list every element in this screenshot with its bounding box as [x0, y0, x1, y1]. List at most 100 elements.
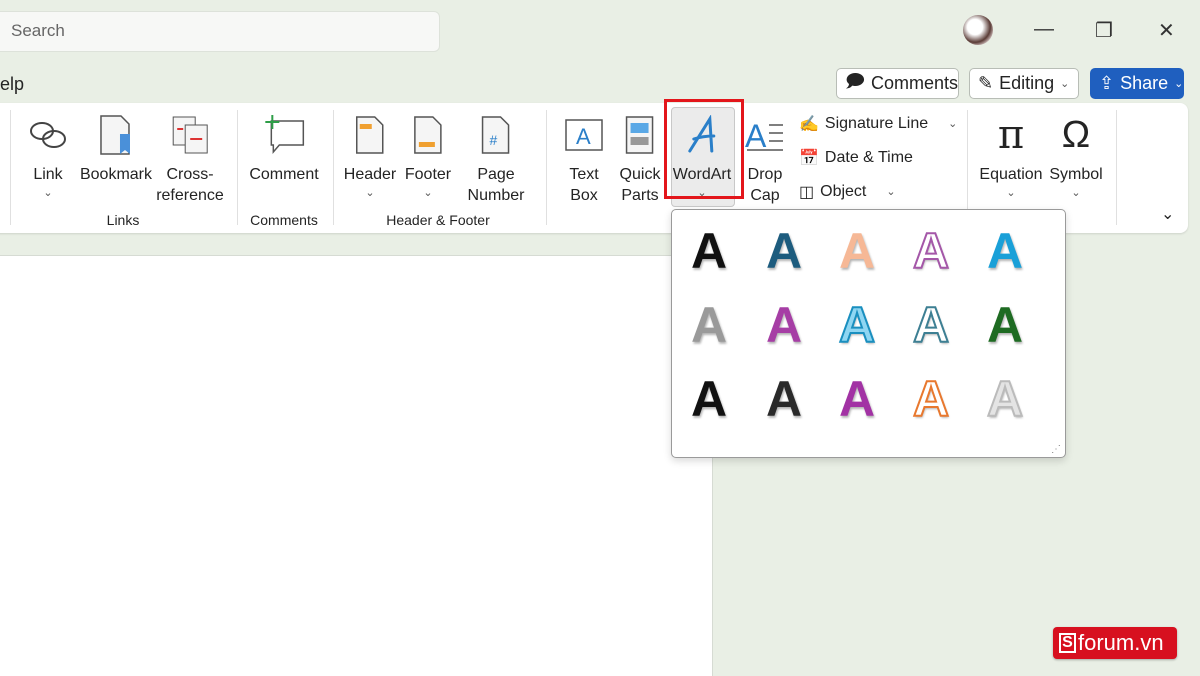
- signature-line-label: Signature Line: [824, 115, 929, 132]
- object-icon: ◫: [799, 184, 815, 201]
- chevron-down-icon: ⌄: [423, 187, 433, 199]
- new-comment-icon: [263, 110, 305, 160]
- page-number-label: Number: [467, 187, 525, 204]
- comment-label: Comment: [249, 166, 319, 183]
- collapse-ribbon-button[interactable]: ⌄: [1161, 204, 1174, 224]
- chevron-down-icon: ⌄: [1174, 77, 1184, 90]
- text-box-label: Box: [570, 187, 598, 204]
- svg-text:A: A: [576, 124, 591, 149]
- search-input[interactable]: Search: [0, 11, 440, 52]
- wordart-style-option[interactable]: A: [986, 373, 1024, 425]
- wordart-style-option[interactable]: A: [912, 225, 950, 277]
- chevron-down-icon: ⌄: [43, 187, 53, 199]
- group-label-header-footer: Header & Footer: [386, 212, 490, 228]
- svg-text:#: #: [490, 132, 498, 148]
- wordart-style-option[interactable]: A: [912, 373, 950, 425]
- document-page[interactable]: [0, 256, 713, 676]
- object-button[interactable]: ◫ Object ⌄: [799, 182, 896, 202]
- chevron-down-icon: ⌄: [948, 118, 958, 130]
- quick-parts-button[interactable]: Quick Parts: [619, 110, 661, 206]
- footer-button[interactable]: Footer ⌄: [405, 110, 451, 201]
- resize-grip-icon[interactable]: ⋰: [1051, 444, 1061, 455]
- group-label-comments: Comments: [250, 212, 318, 228]
- symbol-label: Symbol: [1049, 166, 1103, 183]
- footer-label: Footer: [404, 166, 452, 183]
- calendar-clock-icon: 📅: [799, 150, 819, 167]
- divider: [10, 110, 11, 225]
- chevron-down-icon: ⌄: [365, 187, 375, 199]
- divider: [967, 110, 968, 225]
- drop-cap-icon: A: [745, 110, 785, 160]
- comment-button[interactable]: Comment: [249, 110, 319, 185]
- divider: [546, 110, 547, 225]
- share-label: Share: [1120, 73, 1169, 93]
- bookmark-button[interactable]: Bookmark: [80, 110, 152, 185]
- editing-label: Editing: [999, 73, 1055, 93]
- pencil-icon: ✎: [978, 73, 994, 93]
- quick-parts-label: Quick: [619, 166, 661, 183]
- page-number-label: Page: [477, 166, 515, 183]
- wordart-style-option[interactable]: A: [839, 226, 875, 276]
- logo-text: forum.vn: [1078, 630, 1164, 655]
- drop-cap-button[interactable]: A Drop Cap: [745, 110, 785, 206]
- quick-parts-icon: [625, 110, 655, 160]
- wordart-style-option[interactable]: A: [691, 226, 727, 276]
- close-button[interactable]: ✕: [1158, 18, 1175, 43]
- header-button[interactable]: Header ⌄: [344, 110, 396, 201]
- group-label-links: Links: [106, 212, 140, 228]
- page-number-icon: #: [481, 110, 511, 160]
- link-button[interactable]: Link ⌄: [28, 110, 68, 201]
- wordart-style-option[interactable]: A: [766, 226, 802, 276]
- divider: [333, 110, 334, 225]
- cross-reference-button[interactable]: Cross-reference: [156, 110, 224, 206]
- wordart-style-option[interactable]: A: [766, 374, 802, 424]
- date-time-button[interactable]: 📅 Date & Time: [799, 148, 913, 168]
- drop-cap-label: Drop: [747, 166, 783, 183]
- header-icon: [355, 110, 385, 160]
- cross-reference-label: reference: [156, 187, 224, 204]
- signature-line-button[interactable]: ✍ Signature Line ⌄: [799, 114, 957, 134]
- wordart-style-option[interactable]: A: [838, 299, 876, 351]
- cross-reference-label: Cross-: [166, 166, 214, 183]
- bookmark-icon: [98, 110, 134, 160]
- comments-button[interactable]: 🗩 Comments: [836, 68, 959, 99]
- avatar[interactable]: [963, 15, 993, 45]
- divider: [1116, 110, 1117, 225]
- sforum-logo: Sforum.vn: [1053, 627, 1177, 659]
- minimize-button[interactable]: —: [1034, 18, 1054, 41]
- wordart-style-option[interactable]: A: [987, 300, 1023, 350]
- omega-icon: Ω: [1061, 113, 1091, 156]
- equation-button[interactable]: π Equation ⌄: [979, 110, 1042, 201]
- wordart-style-option[interactable]: A: [691, 300, 727, 350]
- link-label: Link: [33, 166, 63, 183]
- pi-icon: π: [997, 111, 1025, 158]
- highlight-box: [664, 99, 744, 199]
- wordart-style-option[interactable]: A: [766, 300, 802, 350]
- symbol-button[interactable]: Ω Symbol ⌄: [1049, 110, 1102, 201]
- wordart-style-option[interactable]: A: [691, 374, 727, 424]
- share-button[interactable]: ⇪ Share ⌄: [1090, 68, 1184, 99]
- text-box-button[interactable]: A Text Box: [563, 110, 605, 206]
- wordart-style-option[interactable]: A: [839, 374, 875, 424]
- tab-help[interactable]: elp: [0, 74, 24, 95]
- wordart-style-option[interactable]: A: [912, 299, 950, 351]
- share-icon: ⇪: [1099, 73, 1115, 93]
- cross-reference-icon: [171, 110, 209, 160]
- wordart-style-option[interactable]: A: [987, 226, 1023, 276]
- page-number-button[interactable]: # Page Number: [467, 110, 525, 206]
- chevron-down-icon: ⌄: [1060, 77, 1070, 90]
- drop-cap-label: Cap: [750, 187, 780, 204]
- svg-text:A: A: [745, 118, 767, 153]
- restore-button[interactable]: ❐: [1095, 18, 1113, 43]
- footer-icon: [413, 110, 443, 160]
- comments-label: Comments: [870, 73, 959, 93]
- link-icon: [28, 110, 68, 160]
- object-label: Object: [820, 183, 867, 200]
- date-time-label: Date & Time: [824, 149, 913, 166]
- chevron-down-icon: ⌄: [886, 186, 896, 198]
- editing-button[interactable]: ✎ Editing ⌄: [969, 68, 1079, 99]
- divider: [237, 110, 238, 225]
- text-box-label: Text: [569, 166, 599, 183]
- text-box-icon: A: [563, 110, 605, 160]
- quick-parts-label: Parts: [621, 187, 659, 204]
